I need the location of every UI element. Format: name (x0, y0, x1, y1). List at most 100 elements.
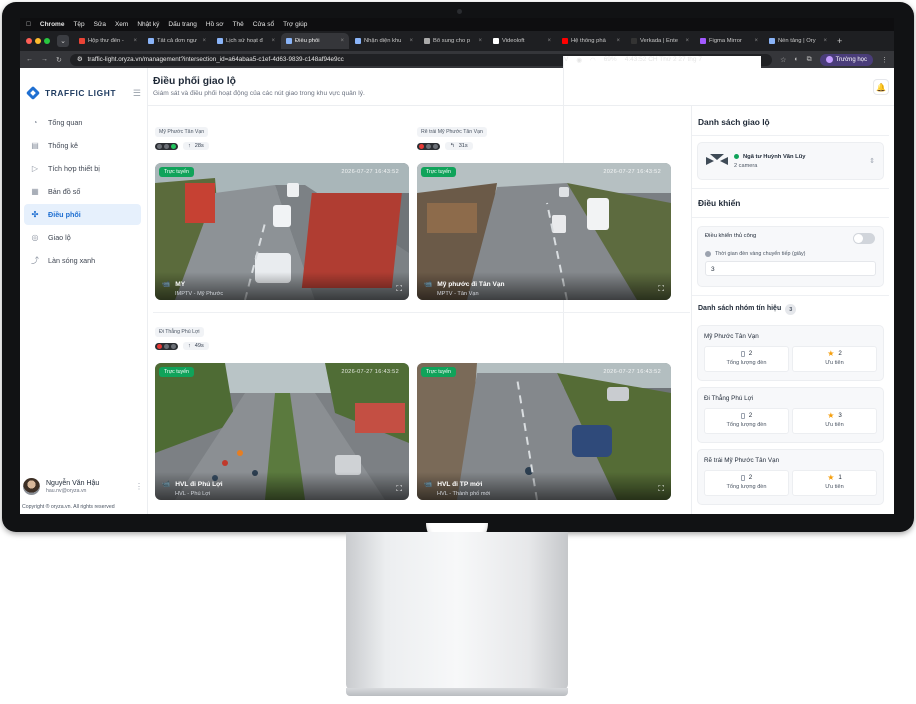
signal-group-name: Đi Thẳng Phú Lợi (704, 395, 754, 402)
sidebar-item[interactable]: ◔ Tổng quan (24, 112, 141, 133)
menu-toggle-icon[interactable]: ☰ (133, 88, 141, 99)
close-tab-icon[interactable]: × (754, 38, 758, 44)
logo[interactable]: TRAFFIC LIGHT ☰ (20, 68, 147, 104)
lights-value: 2 (748, 474, 753, 481)
sidebar-item-label: Thống kê (48, 141, 78, 150)
close-tab-icon[interactable]: × (616, 38, 620, 44)
menu-item[interactable]: Dấu trang (168, 21, 197, 28)
sidebar-item[interactable]: ▦ Bản đồ số (24, 181, 141, 202)
fullscreen-icon[interactable]: ⛶ (396, 284, 402, 294)
extension-icon[interactable]: ◐ (794, 56, 798, 63)
camera-location: IMPTV - Mỹ Phước (175, 291, 224, 297)
close-tab-icon[interactable]: × (271, 38, 275, 44)
back-icon[interactable]: ← (26, 56, 33, 63)
camera-name-text: MY (175, 280, 186, 288)
browser-tab[interactable]: Hộp thư đến - × (74, 33, 142, 49)
browser-tab[interactable]: Verkada | Ente × (626, 33, 694, 49)
browser-tab[interactable]: Nền tảng | Ory × (764, 33, 832, 49)
close-tab-icon[interactable]: × (478, 38, 482, 44)
bookmark-star-icon[interactable]: ☆ (780, 56, 786, 64)
camera-feed[interactable]: Trực tuyến 2026-07-27 16:43:52 📹 HVL đi P… (155, 363, 409, 500)
favicon-icon (631, 38, 637, 44)
apple-icon[interactable]:  (26, 21, 31, 28)
site-info-icon[interactable]: ⚙ (77, 56, 83, 63)
traffic-light-icon (155, 342, 178, 350)
online-badge: Trực tuyến (159, 167, 194, 177)
close-tab-icon[interactable]: × (340, 38, 344, 44)
camera-name-text: HVL đi Phú Lợi (175, 480, 223, 488)
tab-search-button[interactable]: ⌄ (57, 35, 69, 47)
sidebar-item[interactable]: ▷ Tích hợp thiết bị (24, 158, 141, 179)
address-bar: ← → ↻ ⚙ traffic-light.oryza.vn/managemen… (20, 51, 894, 68)
menu-app[interactable]: Chrome (40, 21, 65, 28)
menu-item[interactable]: Nhật ký (137, 21, 159, 28)
countdown-time: 49s (194, 343, 204, 349)
new-tab-button[interactable]: + (837, 36, 842, 46)
close-tab-icon[interactable]: × (823, 38, 827, 44)
browser-tab[interactable]: Bổ sung cho p × (419, 33, 487, 49)
camera-feed[interactable]: Trực tuyến 2026-07-27 16:43:52 📹 Mỹ phước… (417, 163, 671, 300)
browser-tab[interactable]: Figma Mirror × (695, 33, 763, 49)
cctv-icon: 📹 (424, 281, 433, 288)
sidebar-item[interactable]: ✣ Điều phối (24, 204, 141, 225)
fullscreen-icon[interactable]: ⛶ (658, 484, 664, 494)
intersection-select[interactable]: Ngã tư Huỳnh Văn Lũy 2 camera ⇕ (697, 142, 884, 180)
minimize-window-button[interactable] (35, 38, 41, 44)
sidebar-item-label: Điều phối (48, 210, 81, 219)
menu-item[interactable]: Cửa sổ (253, 21, 274, 28)
control-title: Điều khiển (692, 188, 889, 218)
profile-button[interactable]: Trường học (819, 53, 873, 66)
browser-menu-icon[interactable]: ⋮ (881, 56, 888, 64)
signal-group-card[interactable]: Rẽ trái Mỹ Phước Tân Vạn 2 Tổng lượng đèn ★… (697, 449, 884, 505)
browser-tab[interactable]: Nhận diện khu × (350, 33, 418, 49)
sidebar-item[interactable]: ▤ Thống kê (24, 135, 141, 156)
browser-tab[interactable]: Hệ thống phầ × (557, 33, 625, 49)
camera-feed[interactable]: Trực tuyến 2026-07-27 16:43:52 📹 HVL đi T… (417, 363, 671, 500)
zoom-window-button[interactable] (44, 38, 50, 44)
signal-group-card[interactable]: Mỹ Phước Tân Vạn 2 Tổng lượng đèn ★ 2 Ưu tiên (697, 325, 884, 381)
sidebar-nav: ◔ Tổng quan ▤ Thống kê ▷ Tích hợp thiết bị ▦ Bả… (20, 112, 147, 271)
signal-group-card[interactable]: Đi Thẳng Phú Lợi 2 Tổng lượng đèn ★ 3 Ưu tiên (697, 387, 884, 443)
puzzle-icon[interactable]: ⧉ (807, 56, 812, 64)
fullscreen-icon[interactable]: ⛶ (658, 284, 664, 294)
camera-location: HVL - Thành phố mới (437, 491, 491, 497)
status-dot (734, 154, 739, 159)
sidebar-item[interactable]: ⤴ Làn sóng xanh (24, 250, 141, 271)
control-box: Điều khiển thủ công Thời gian đèn vàng c… (697, 226, 884, 287)
phase-phu-loi: Đi Thẳng Phú Lợi ↑ 49s (155, 320, 209, 350)
fullscreen-icon[interactable]: ⛶ (396, 484, 402, 494)
manual-control-toggle[interactable] (853, 233, 875, 244)
favicon-icon (79, 38, 85, 44)
copyright: Copyright ® oryza.vn. All rights reserve… (22, 504, 115, 510)
sidebar-item[interactable]: ◎ Giao lộ (24, 227, 141, 248)
close-tab-icon[interactable]: × (202, 38, 206, 44)
lights-label: Tổng lượng đèn (726, 360, 767, 366)
menu-item[interactable]: Sửa (94, 21, 106, 28)
yellow-time-input[interactable]: 3 (705, 261, 876, 276)
forward-icon[interactable]: → (41, 56, 48, 63)
close-tab-icon[interactable]: × (547, 38, 551, 44)
user-profile[interactable]: Nguyễn Văn Hậu hau.nv@oryza.vn ⋮ (23, 478, 143, 495)
reload-icon[interactable]: ↻ (56, 56, 62, 64)
menu-item[interactable]: Trợ giúp (283, 21, 307, 28)
camera-feed[interactable]: Trực tuyến 2026-07-27 16:43:52 📹 MY IMPTV… (155, 163, 409, 300)
close-window-button[interactable] (26, 38, 32, 44)
camera-name: 📹 Mỹ phước đi Tân Vạn (424, 280, 505, 289)
browser-tab[interactable]: Điều phối × (281, 33, 349, 49)
countdown-time: 31s (458, 143, 468, 149)
page-subtitle: Giám sát và điều phối hoạt động của các … (153, 90, 365, 97)
notification-button[interactable]: 🔔 (873, 79, 889, 95)
close-tab-icon[interactable]: × (409, 38, 413, 44)
browser-tab[interactable]: Videoloft × (488, 33, 556, 49)
menu-item[interactable]: Hồ sơ (206, 21, 224, 28)
phase-label: Mỹ Phước Tân Vạn (155, 127, 209, 137)
user-email: hau.nv@oryza.vn (46, 487, 87, 494)
close-tab-icon[interactable]: × (133, 38, 137, 44)
menu-item[interactable]: Thẻ (233, 21, 244, 28)
menu-item[interactable]: Xem (115, 21, 128, 28)
close-tab-icon[interactable]: × (685, 38, 689, 44)
menu-item[interactable]: Tệp (73, 21, 84, 28)
browser-tab[interactable]: Tất cả đơn ngư × (143, 33, 211, 49)
browser-tab[interactable]: Lịch sử hoạt đ × (212, 33, 280, 49)
user-menu-icon[interactable]: ⋮ (135, 482, 143, 491)
